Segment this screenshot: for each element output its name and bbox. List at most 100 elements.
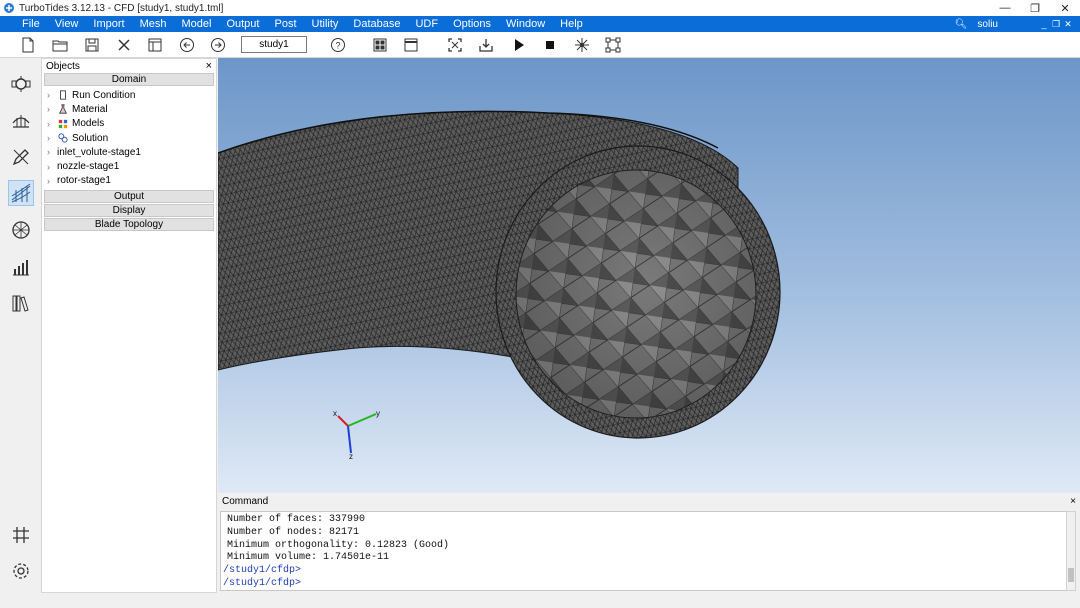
expand-arrow-icon[interactable]: › [47,90,57,100]
run-condition-icon [57,90,69,101]
window-title: TurboTides 3.12.13 - CFD [study1, study1… [19,2,224,14]
mdi-minimize-button[interactable]: _ [1040,19,1048,30]
export-icon[interactable] [476,36,496,54]
close-x-icon[interactable] [114,36,134,54]
tree-label: nozzle-stage1 [57,161,120,173]
tree-item-rotor[interactable]: › rotor-stage1 [42,174,216,188]
menu-help[interactable]: Help [560,18,583,30]
console-prompt[interactable]: /study1/cfdp> [223,578,1067,591]
flow-path-icon[interactable] [8,107,34,133]
menu-bar: File View Import Mesh Model Output Post Utility… [0,16,1080,32]
tree-item-nozzle[interactable]: › nozzle-stage1 [42,159,216,173]
blade-row-icon[interactable] [8,71,34,97]
blade-topology-section-header[interactable]: Blade Topology [44,218,214,232]
tree-label: Models [72,118,105,130]
minimize-button[interactable]: — [990,0,1020,16]
mdi-close-button[interactable]: ✕ [1064,19,1072,30]
expand-arrow-icon[interactable]: › [47,176,57,186]
tree-item-inlet-volute[interactable]: › inlet_volute-stage1 [42,145,216,159]
menu-output[interactable]: Output [226,18,259,30]
expand-arrow-icon[interactable]: › [47,147,57,157]
grid-view-icon[interactable] [370,36,390,54]
mdi-controls: _ ❐ ✕ [1040,19,1072,30]
menu-file[interactable]: File [22,18,40,30]
menu-window[interactable]: Window [506,18,545,30]
svg-text:?: ? [335,41,340,51]
search-icon[interactable]: 🔍︎ [955,19,968,30]
menu-post[interactable]: Post [274,18,296,30]
console-line: Minimum volume: 1.74501e-11 [227,552,390,564]
console-scrollbar[interactable] [1066,511,1076,591]
solution-icon [57,133,69,144]
mesh-render: y z x [218,110,781,461]
menu-database[interactable]: Database [353,18,400,30]
left-icon-bar [0,58,41,608]
edit-pencil-icon[interactable] [8,144,34,170]
axis-label-x: x [333,409,337,418]
scrollbar-thumb[interactable] [1068,568,1074,582]
tree-label: Run Condition [72,89,136,101]
expand-arrow-icon[interactable]: › [47,104,57,114]
expand-arrow-icon[interactable]: › [47,119,57,129]
graphics-viewport[interactable]: y z x [218,58,1080,493]
mdi-restore-button[interactable]: ❐ [1052,19,1060,30]
material-flask-icon [57,104,69,115]
tree-label: inlet_volute-stage1 [57,146,141,158]
expand-arrow-icon[interactable]: › [47,162,57,172]
menu-view[interactable]: View [55,18,79,30]
status-bar [0,593,1080,608]
command-console[interactable]: Number of faces: 337990 Number of nodes:… [220,511,1068,591]
mesh-star-icon[interactable] [572,36,592,54]
close-command-button[interactable]: × [1070,496,1076,507]
axis-label-y: y [376,409,380,418]
console-line: Number of faces: 337990 [227,514,366,525]
tree-item-models[interactable]: › Models [42,117,216,131]
fit-view-icon[interactable] [445,36,465,54]
console-line: Minimum orthogonality: 0.12823 (Good) [227,539,450,551]
tree-label: Solution [72,132,109,144]
menu-model[interactable]: Model [181,18,211,30]
objects-title: Objects [46,60,80,72]
forward-circle-icon[interactable] [208,36,228,54]
layout-panel-icon[interactable] [145,36,165,54]
study-name-field[interactable] [241,36,307,53]
expand-arrow-icon[interactable]: › [47,133,57,143]
sphere-mesh-icon[interactable] [8,217,34,243]
command-panel: Command × Number of faces: 337990 Number… [218,493,1080,593]
close-objects-button[interactable]: × [206,60,212,72]
grid-hash-icon[interactable] [8,522,34,548]
close-window-button[interactable]: ✕ [1050,0,1080,16]
command-header: Command × [218,493,1080,509]
axis-label-z: z [349,452,353,461]
node-graph-icon[interactable] [603,36,623,54]
settings-gear-icon[interactable] [8,558,34,584]
display-section-header[interactable]: Display [44,204,214,218]
library-books-icon[interactable] [8,290,34,316]
user-name: soliu [977,18,998,30]
menu-utility[interactable]: Utility [312,18,339,30]
chart-bars-icon[interactable] [8,254,34,280]
menu-import[interactable]: Import [93,18,124,30]
open-folder-icon[interactable] [50,36,70,54]
domain-section-header[interactable]: Domain [44,73,214,86]
console-line: Number of nodes: 82171 [227,526,360,538]
menu-udf[interactable]: UDF [415,18,438,30]
stop-icon[interactable] [540,36,560,54]
help-icon[interactable]: ? [328,36,348,54]
run-play-icon[interactable] [509,36,529,54]
tree-item-run-condition[interactable]: › Run Condition [42,88,216,102]
save-icon[interactable] [82,36,102,54]
back-circle-icon[interactable] [177,36,197,54]
restore-button[interactable]: ❐ [1020,0,1050,16]
tree-item-material[interactable]: › Material [42,102,216,116]
menu-options[interactable]: Options [453,18,491,30]
tree-item-solution[interactable]: › Solution [42,131,216,145]
window-icon[interactable] [401,36,421,54]
output-section-header[interactable]: Output [44,190,214,204]
new-file-icon[interactable] [18,36,38,54]
mesh-cfd-icon[interactable] [8,180,34,206]
tree-label: Material [72,103,108,115]
domain-tree: › Run Condition › Material › Models › So… [42,88,216,188]
command-title: Command [222,495,269,507]
menu-mesh[interactable]: Mesh [140,18,167,30]
